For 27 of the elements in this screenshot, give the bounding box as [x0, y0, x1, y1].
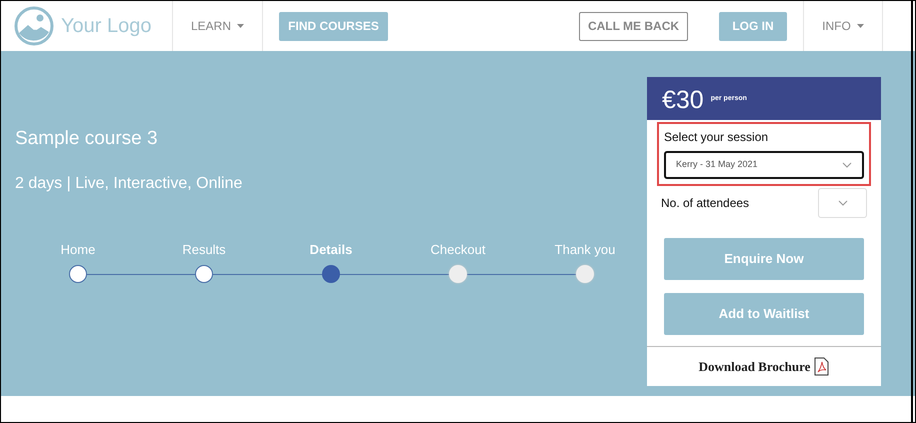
- chevron-icon: [838, 200, 848, 206]
- course-subtitle: 2 days | Live, Interactive, Online: [15, 174, 244, 194]
- step-label: Home: [60, 240, 96, 258]
- attendees-label: No. of attendees: [661, 195, 750, 212]
- logo-icon: [13, 5, 55, 47]
- call-me-back-button[interactable]: CALL ME BACK: [579, 12, 688, 40]
- step-label: Thank you: [554, 240, 616, 259]
- pdf-icon: [814, 357, 830, 376]
- waitlist-button[interactable]: Add to Waitlist: [664, 293, 864, 335]
- chevron-icon: [842, 162, 852, 168]
- course-title: Sample course 3: [15, 127, 159, 151]
- step-label: Results: [182, 240, 226, 258]
- step-label: Checkout: [430, 240, 486, 258]
- logo-text: Your Logo: [61, 14, 152, 39]
- menu-link[interactable]: LEARN: [190, 17, 244, 35]
- download-brochure-link[interactable]: Download Brochure: [698, 356, 810, 376]
- log-in-button[interactable]: LOG IN: [719, 12, 787, 40]
- caret-icon: [856, 24, 864, 28]
- step-label: Details: [310, 240, 352, 258]
- caret-icon: [237, 24, 244, 28]
- price: €30: [662, 88, 704, 113]
- session-label: Select your session: [664, 129, 770, 146]
- session-dropdown[interactable]: Kerry - 31 May 2021: [664, 151, 864, 179]
- attendees-dropdown[interactable]: [818, 188, 867, 218]
- menu-link[interactable]: INFO: [822, 17, 864, 35]
- find-courses-button[interactable]: FIND COURSES: [279, 12, 388, 40]
- enquire-button[interactable]: Enquire Now: [664, 238, 864, 280]
